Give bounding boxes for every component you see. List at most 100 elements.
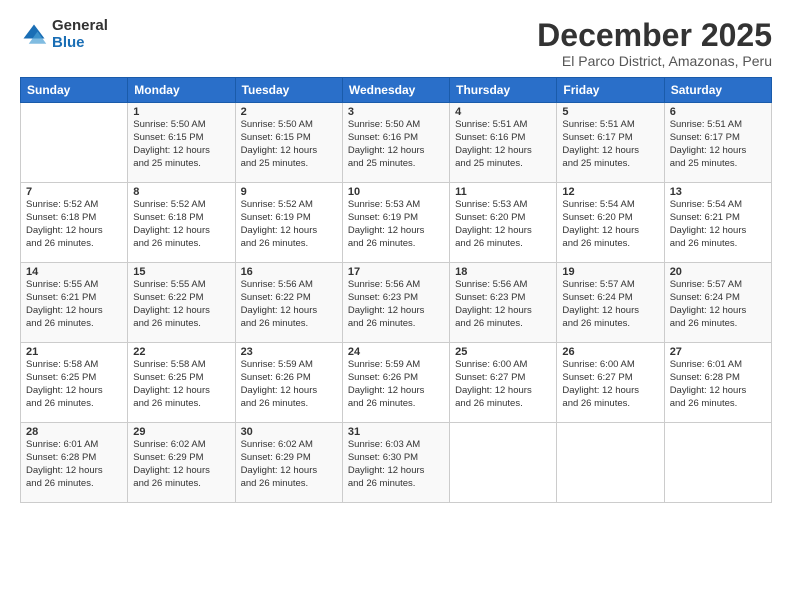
day-number: 17 (348, 266, 444, 278)
header-thursday: Thursday (450, 78, 557, 103)
day-number: 8 (133, 186, 229, 198)
day-number: 6 (670, 106, 766, 118)
calendar-cell: 18Sunrise: 5:56 AM Sunset: 6:23 PM Dayli… (450, 263, 557, 343)
calendar-cell: 20Sunrise: 5:57 AM Sunset: 6:24 PM Dayli… (664, 263, 771, 343)
day-info: Sunrise: 5:51 AM Sunset: 6:17 PM Dayligh… (562, 119, 658, 170)
day-number: 13 (670, 186, 766, 198)
day-info: Sunrise: 6:03 AM Sunset: 6:30 PM Dayligh… (348, 439, 444, 490)
calendar-cell: 3Sunrise: 5:50 AM Sunset: 6:16 PM Daylig… (342, 103, 449, 183)
day-info: Sunrise: 6:00 AM Sunset: 6:27 PM Dayligh… (562, 359, 658, 410)
calendar-cell: 4Sunrise: 5:51 AM Sunset: 6:16 PM Daylig… (450, 103, 557, 183)
header-saturday: Saturday (664, 78, 771, 103)
calendar-cell: 12Sunrise: 5:54 AM Sunset: 6:20 PM Dayli… (557, 183, 664, 263)
day-number: 12 (562, 186, 658, 198)
day-info: Sunrise: 6:02 AM Sunset: 6:29 PM Dayligh… (241, 439, 337, 490)
day-number: 21 (26, 346, 122, 358)
calendar-body: 1Sunrise: 5:50 AM Sunset: 6:15 PM Daylig… (21, 103, 772, 503)
day-info: Sunrise: 5:56 AM Sunset: 6:22 PM Dayligh… (241, 279, 337, 330)
calendar-cell: 13Sunrise: 5:54 AM Sunset: 6:21 PM Dayli… (664, 183, 771, 263)
title-block: December 2025 El Parco District, Amazona… (537, 18, 772, 69)
calendar-cell: 29Sunrise: 6:02 AM Sunset: 6:29 PM Dayli… (128, 423, 235, 503)
header: General Blue December 2025 El Parco Dist… (20, 18, 772, 69)
calendar-cell: 22Sunrise: 5:58 AM Sunset: 6:25 PM Dayli… (128, 343, 235, 423)
day-number: 22 (133, 346, 229, 358)
day-info: Sunrise: 5:50 AM Sunset: 6:15 PM Dayligh… (241, 119, 337, 170)
calendar-cell: 25Sunrise: 6:00 AM Sunset: 6:27 PM Dayli… (450, 343, 557, 423)
calendar-cell: 19Sunrise: 5:57 AM Sunset: 6:24 PM Dayli… (557, 263, 664, 343)
calendar-cell: 14Sunrise: 5:55 AM Sunset: 6:21 PM Dayli… (21, 263, 128, 343)
calendar-week-4: 21Sunrise: 5:58 AM Sunset: 6:25 PM Dayli… (21, 343, 772, 423)
logo: General Blue (20, 18, 108, 51)
day-info: Sunrise: 5:50 AM Sunset: 6:16 PM Dayligh… (348, 119, 444, 170)
day-number: 4 (455, 106, 551, 118)
calendar-cell: 26Sunrise: 6:00 AM Sunset: 6:27 PM Dayli… (557, 343, 664, 423)
day-number: 31 (348, 426, 444, 438)
logo-general: General (52, 18, 108, 35)
day-number: 28 (26, 426, 122, 438)
day-info: Sunrise: 5:50 AM Sunset: 6:15 PM Dayligh… (133, 119, 229, 170)
day-info: Sunrise: 5:52 AM Sunset: 6:18 PM Dayligh… (133, 199, 229, 250)
day-info: Sunrise: 5:59 AM Sunset: 6:26 PM Dayligh… (348, 359, 444, 410)
day-info: Sunrise: 6:01 AM Sunset: 6:28 PM Dayligh… (26, 439, 122, 490)
header-monday: Monday (128, 78, 235, 103)
calendar-cell: 5Sunrise: 5:51 AM Sunset: 6:17 PM Daylig… (557, 103, 664, 183)
calendar-cell: 16Sunrise: 5:56 AM Sunset: 6:22 PM Dayli… (235, 263, 342, 343)
day-info: Sunrise: 6:02 AM Sunset: 6:29 PM Dayligh… (133, 439, 229, 490)
header-sunday: Sunday (21, 78, 128, 103)
day-number: 25 (455, 346, 551, 358)
day-info: Sunrise: 5:52 AM Sunset: 6:19 PM Dayligh… (241, 199, 337, 250)
calendar-table: Sunday Monday Tuesday Wednesday Thursday… (20, 77, 772, 503)
calendar-header: Sunday Monday Tuesday Wednesday Thursday… (21, 78, 772, 103)
day-number: 2 (241, 106, 337, 118)
calendar-cell: 10Sunrise: 5:53 AM Sunset: 6:19 PM Dayli… (342, 183, 449, 263)
day-number: 23 (241, 346, 337, 358)
day-number: 14 (26, 266, 122, 278)
header-wednesday: Wednesday (342, 78, 449, 103)
day-number: 15 (133, 266, 229, 278)
calendar-cell: 6Sunrise: 5:51 AM Sunset: 6:17 PM Daylig… (664, 103, 771, 183)
header-friday: Friday (557, 78, 664, 103)
logo-text: General Blue (52, 18, 108, 51)
day-number: 7 (26, 186, 122, 198)
day-number: 19 (562, 266, 658, 278)
calendar-cell: 31Sunrise: 6:03 AM Sunset: 6:30 PM Dayli… (342, 423, 449, 503)
calendar-cell: 8Sunrise: 5:52 AM Sunset: 6:18 PM Daylig… (128, 183, 235, 263)
day-info: Sunrise: 5:54 AM Sunset: 6:21 PM Dayligh… (670, 199, 766, 250)
day-info: Sunrise: 5:55 AM Sunset: 6:22 PM Dayligh… (133, 279, 229, 330)
logo-icon (20, 21, 48, 49)
day-info: Sunrise: 5:56 AM Sunset: 6:23 PM Dayligh… (348, 279, 444, 330)
day-number: 24 (348, 346, 444, 358)
calendar-cell: 23Sunrise: 5:59 AM Sunset: 6:26 PM Dayli… (235, 343, 342, 423)
calendar-week-3: 14Sunrise: 5:55 AM Sunset: 6:21 PM Dayli… (21, 263, 772, 343)
calendar-cell: 28Sunrise: 6:01 AM Sunset: 6:28 PM Dayli… (21, 423, 128, 503)
day-info: Sunrise: 5:51 AM Sunset: 6:17 PM Dayligh… (670, 119, 766, 170)
day-info: Sunrise: 5:52 AM Sunset: 6:18 PM Dayligh… (26, 199, 122, 250)
day-number: 27 (670, 346, 766, 358)
calendar-cell (557, 423, 664, 503)
day-number: 16 (241, 266, 337, 278)
calendar-cell: 15Sunrise: 5:55 AM Sunset: 6:22 PM Dayli… (128, 263, 235, 343)
calendar-week-5: 28Sunrise: 6:01 AM Sunset: 6:28 PM Dayli… (21, 423, 772, 503)
calendar-cell: 27Sunrise: 6:01 AM Sunset: 6:28 PM Dayli… (664, 343, 771, 423)
calendar-week-1: 1Sunrise: 5:50 AM Sunset: 6:15 PM Daylig… (21, 103, 772, 183)
calendar-cell: 2Sunrise: 5:50 AM Sunset: 6:15 PM Daylig… (235, 103, 342, 183)
calendar-cell: 21Sunrise: 5:58 AM Sunset: 6:25 PM Dayli… (21, 343, 128, 423)
logo-blue: Blue (52, 35, 108, 52)
day-info: Sunrise: 5:57 AM Sunset: 6:24 PM Dayligh… (670, 279, 766, 330)
day-info: Sunrise: 6:00 AM Sunset: 6:27 PM Dayligh… (455, 359, 551, 410)
calendar-cell: 11Sunrise: 5:53 AM Sunset: 6:20 PM Dayli… (450, 183, 557, 263)
calendar-cell: 7Sunrise: 5:52 AM Sunset: 6:18 PM Daylig… (21, 183, 128, 263)
calendar-title: December 2025 (537, 18, 772, 53)
day-info: Sunrise: 5:53 AM Sunset: 6:20 PM Dayligh… (455, 199, 551, 250)
day-info: Sunrise: 5:58 AM Sunset: 6:25 PM Dayligh… (26, 359, 122, 410)
day-info: Sunrise: 5:59 AM Sunset: 6:26 PM Dayligh… (241, 359, 337, 410)
calendar-cell: 17Sunrise: 5:56 AM Sunset: 6:23 PM Dayli… (342, 263, 449, 343)
day-number: 3 (348, 106, 444, 118)
calendar-subtitle: El Parco District, Amazonas, Peru (537, 53, 772, 69)
day-info: Sunrise: 5:56 AM Sunset: 6:23 PM Dayligh… (455, 279, 551, 330)
calendar-cell: 9Sunrise: 5:52 AM Sunset: 6:19 PM Daylig… (235, 183, 342, 263)
day-number: 20 (670, 266, 766, 278)
calendar-cell (664, 423, 771, 503)
day-info: Sunrise: 5:58 AM Sunset: 6:25 PM Dayligh… (133, 359, 229, 410)
day-number: 11 (455, 186, 551, 198)
